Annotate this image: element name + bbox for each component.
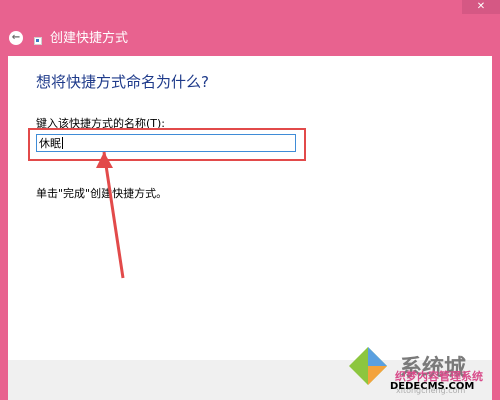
- page-title: 想将快捷方式命名为什么?: [36, 73, 209, 91]
- finish-hint: 单击"完成"创建快捷方式。: [36, 187, 168, 200]
- window-title: 创建快捷方式: [50, 31, 129, 46]
- dialog-content: 想将快捷方式命名为什么? 键入该快捷方式的名称(T): 休眠 单击"完成"创建快…: [8, 56, 492, 360]
- text-caret: [62, 137, 63, 149]
- shortcut-app-icon: [34, 37, 42, 45]
- annotation-arrow-shaft: [102, 151, 125, 279]
- back-button[interactable]: ←: [9, 31, 23, 45]
- watermark-small-url: xitongcheng.com: [396, 386, 466, 395]
- highlight-box: 休眠: [28, 128, 306, 161]
- back-arrow-icon: ←: [11, 32, 21, 43]
- shortcut-name-value: 休眠: [39, 137, 61, 150]
- close-icon: ✕: [476, 1, 486, 12]
- watermark-logo-icon: [349, 347, 387, 385]
- close-button[interactable]: ✕: [462, 0, 500, 14]
- annotation-arrow: [96, 151, 125, 279]
- shortcut-name-input[interactable]: 休眠: [36, 134, 296, 152]
